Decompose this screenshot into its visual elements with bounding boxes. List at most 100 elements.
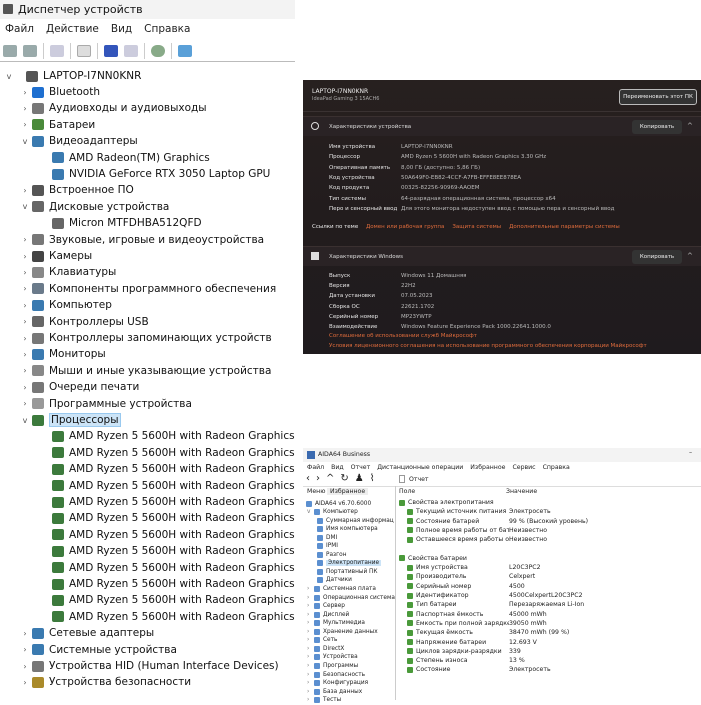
properties-icon[interactable]: [77, 44, 91, 57]
expand-icon[interactable]: ›: [20, 88, 30, 97]
tree-item[interactable]: AMD Ryzen 5 5600H with Radeon Graphics: [40, 461, 295, 477]
expand-icon[interactable]: ›: [307, 672, 314, 678]
aida-tree-item[interactable]: › Тесты: [307, 696, 341, 705]
tree-item[interactable]: › Аудиовходы и аудиовыходы: [20, 100, 206, 116]
expand-icon[interactable]: ›: [20, 104, 30, 113]
tab-favorites[interactable]: Избранное: [327, 488, 369, 495]
expand-icon[interactable]: ›: [20, 366, 30, 375]
tree-item[interactable]: v Видеоадаптеры: [20, 133, 138, 149]
related-link[interactable]: Домен или рабочая группа: [366, 224, 444, 230]
property-row[interactable]: Текущий источник питания Электросеть: [407, 507, 697, 516]
tree-item[interactable]: › Батареи: [20, 117, 95, 133]
legal-link[interactable]: Условия лицензионного соглашения на испо…: [329, 343, 647, 349]
tree-item[interactable]: › Bluetooth: [20, 84, 100, 100]
expand-icon[interactable]: ›: [20, 399, 30, 408]
tree-item[interactable]: › Системные устройства: [20, 642, 177, 658]
property-row[interactable]: Полное время работы от бата...Неизвестно: [407, 526, 697, 535]
expand-icon[interactable]: ›: [307, 646, 314, 652]
tree-item[interactable]: AMD Ryzen 5 5600H with Radeon Graphics: [40, 527, 295, 543]
tree-item[interactable]: › Контроллеры запоминающих устройств: [20, 330, 271, 346]
tab-menu[interactable]: Меню: [307, 488, 325, 495]
expand-icon[interactable]: ›: [20, 645, 30, 654]
tree-item[interactable]: › Компоненты программного обеспечения: [20, 281, 276, 297]
aida-menu-item[interactable]: Вид: [331, 464, 344, 471]
expand-icon[interactable]: ›: [20, 120, 30, 129]
expand-icon[interactable]: ›: [20, 383, 30, 392]
refresh-icon[interactable]: ↻: [340, 473, 348, 484]
copy-device-specs-button[interactable]: Копировать: [632, 120, 682, 134]
user-icon[interactable]: ♟: [355, 473, 364, 484]
property-row[interactable]: Состояние Электросеть: [407, 665, 697, 674]
property-row[interactable]: Текущая ёмкость 38470 mWh (99 %): [407, 628, 697, 637]
collapse-icon[interactable]: v: [20, 416, 30, 425]
related-link[interactable]: Защита системы: [452, 224, 501, 230]
property-row[interactable]: Степень износа 13 %: [407, 656, 697, 665]
forward-icon[interactable]: [23, 44, 37, 57]
expand-icon[interactable]: ›: [20, 268, 30, 277]
back-icon[interactable]: [3, 44, 17, 57]
tree-item[interactable]: › Клавиатуры: [20, 264, 116, 280]
aida-menu-item[interactable]: Сервис: [512, 464, 535, 471]
scan-hardware-icon[interactable]: [178, 44, 192, 57]
expand-icon[interactable]: ›: [20, 629, 30, 638]
property-row[interactable]: Производитель Celxpert: [407, 572, 697, 581]
expand-icon[interactable]: ›: [307, 586, 314, 592]
report-button[interactable]: Отчет: [399, 475, 429, 483]
related-link[interactable]: Дополнительные параметры системы: [509, 224, 620, 230]
tree-item[interactable]: NVIDIA GeForce RTX 3050 Laptop GPU: [40, 166, 270, 182]
tree-item[interactable]: › Контроллеры USB: [20, 314, 148, 330]
tree-item[interactable]: AMD Ryzen 5 5600H with Radeon Graphics: [40, 543, 295, 559]
property-row[interactable]: Имя устройства L20C3PC2: [407, 563, 697, 572]
property-row[interactable]: Тип батареи Перезаряжаемая Li-Ion: [407, 600, 697, 609]
windows-specs-header[interactable]: Характеристики Windows Копировать ^: [303, 246, 701, 266]
expand-icon[interactable]: ›: [307, 603, 314, 609]
tree-item[interactable]: v Процессоры: [20, 412, 121, 428]
tree-item[interactable]: › Сетевые адаптеры: [20, 625, 154, 641]
expand-icon[interactable]: ›: [307, 697, 314, 703]
tree-item[interactable]: › Камеры: [20, 248, 92, 264]
tree-item[interactable]: Micron MTFDHBA512QFD: [40, 215, 202, 231]
device-specs-header[interactable]: Характеристики устройства Копировать ^: [303, 116, 701, 136]
tree-root[interactable]: v LAPTOP-I7NN0KNR: [4, 68, 142, 84]
legal-link[interactable]: Соглашение об использовании служб Майкро…: [329, 333, 477, 339]
expand-icon[interactable]: ›: [20, 186, 30, 195]
property-row[interactable]: Идентификатор 4500CelxpertL20C3PC2: [407, 591, 697, 600]
tree-item[interactable]: › Компьютер: [20, 297, 112, 313]
tree-item[interactable]: AMD Ryzen 5 5600H with Radeon Graphics: [40, 560, 295, 576]
up-icon[interactable]: ^: [326, 473, 334, 484]
aida-menu-item[interactable]: Дистанционные операции: [377, 464, 463, 471]
chart-icon[interactable]: ⌇: [370, 473, 375, 484]
action-pane-icon[interactable]: [124, 44, 138, 57]
menu-item[interactable]: Вид: [111, 23, 132, 39]
tree-item[interactable]: AMD Ryzen 5 5600H with Radeon Graphics: [40, 576, 295, 592]
tree-item[interactable]: › Очереди печати: [20, 379, 139, 395]
tree-item[interactable]: AMD Ryzen 5 5600H with Radeon Graphics: [40, 494, 295, 510]
expand-icon[interactable]: ›: [20, 252, 30, 261]
expand-icon[interactable]: ›: [307, 654, 314, 660]
property-row[interactable]: Состояние батарей 99 % (Высокий уровень): [407, 517, 697, 526]
collapse-icon[interactable]: v: [4, 72, 14, 81]
expand-icon[interactable]: ›: [307, 595, 314, 601]
tree-item[interactable]: › Программные устройства: [20, 396, 192, 412]
copy-windows-specs-button[interactable]: Копировать: [632, 250, 682, 264]
expand-icon[interactable]: ›: [307, 620, 314, 626]
menu-item[interactable]: Справка: [144, 23, 190, 39]
tree-item[interactable]: › Встроенное ПО: [20, 182, 133, 198]
tree-item[interactable]: AMD Ryzen 5 5600H with Radeon Graphics: [40, 428, 295, 444]
expand-icon[interactable]: ›: [307, 637, 314, 643]
aida-menu-item[interactable]: Избранное: [470, 464, 505, 471]
expand-icon[interactable]: ›: [20, 678, 30, 687]
expand-icon[interactable]: ›: [307, 629, 314, 635]
column-header-field[interactable]: Поле: [399, 488, 415, 495]
menu-item[interactable]: Действие: [46, 23, 99, 39]
minimize-icon[interactable]: –: [689, 449, 692, 456]
expand-icon[interactable]: ›: [20, 334, 30, 343]
expand-icon[interactable]: ›: [307, 612, 314, 618]
collapse-icon[interactable]: v: [20, 202, 30, 211]
expand-icon[interactable]: ›: [20, 317, 30, 326]
forward-icon[interactable]: ›: [316, 473, 320, 484]
property-row[interactable]: Оставшееся время работы от ...Неизвестно: [407, 535, 697, 544]
chevron-up-icon[interactable]: ^: [687, 122, 693, 130]
menu-item[interactable]: Файл: [5, 23, 34, 39]
tree-item[interactable]: › Устройства HID (Human Interface Devices…: [20, 658, 278, 674]
